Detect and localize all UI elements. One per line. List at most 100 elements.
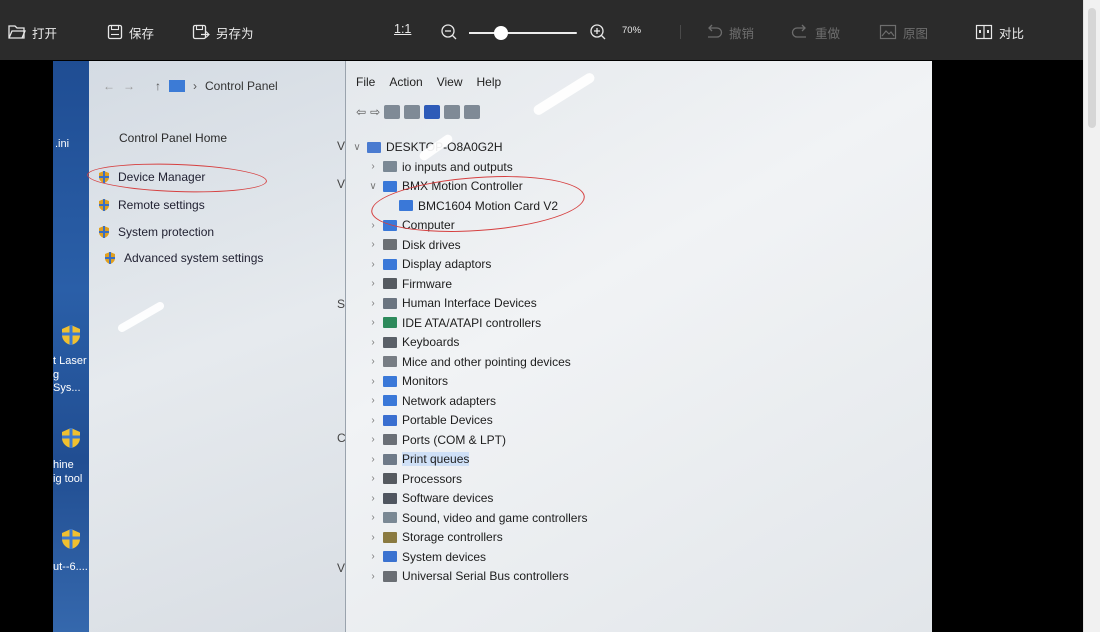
device-tree-node[interactable]: › Software devices [368,490,493,506]
image-viewer: 打开 保存 另存为 1:1 70% 撤销 重做 原图 对比 .ini t Las… [0,0,1100,632]
zoom-slider[interactable] [469,26,577,40]
desktop-label-ut: ut--6.... [53,561,88,573]
chevron-right-icon[interactable]: › [368,317,378,328]
device-tree-label: Storage controllers [402,530,503,544]
monitor-icon [383,180,397,192]
chevron-right-icon[interactable]: › [368,434,378,445]
save-button[interactable]: 保存 [107,22,154,42]
device-tree-node[interactable]: › Monitors [368,373,448,389]
device-manager-toolbar: ⇦ ⇨ [356,105,481,119]
zoom-slider-knob[interactable] [494,26,509,40]
windows-desktop-strip: .ini t Laser g Sys... hine ig tool ut--6… [53,61,89,632]
device-tree-label: Firmware [402,276,452,291]
redo-icon [791,24,806,38]
device-tree-node[interactable]: › IDE ATA/ATAPI controllers [368,315,541,331]
scrollbar-thumb[interactable] [1088,8,1096,128]
device-tree-node[interactable]: › Ports (COM & LPT) [368,432,506,448]
device-tree-node[interactable]: › Display adaptors [368,256,491,272]
chevron-right-icon[interactable]: › [368,512,378,523]
viewer-toolbar: 打开 保存 另存为 1:1 70% 撤销 重做 原图 对比 [0,0,1083,60]
control-panel-window: ← → ↑ › Control Panel Control Panel Home… [89,61,346,632]
device-tree-node[interactable]: › Processors [368,471,462,487]
device-tree-label: Human Interface Devices [402,296,537,310]
vertical-scrollbar[interactable] [1083,0,1100,632]
redo-label: 重做 [815,26,841,41]
control-panel-icon [169,80,185,92]
device-tree-node[interactable]: › Sound, video and game controllers [368,510,587,526]
properties-icon [384,105,401,119]
chevron-right-icon[interactable]: › [368,239,378,250]
chevron-right-icon[interactable]: › [368,337,378,348]
software-icon [383,492,397,504]
compare-button[interactable]: 对比 [975,22,1024,42]
chevron-down-icon[interactable]: ∨ [352,142,362,153]
chevron-right-icon[interactable]: › [368,532,378,543]
usb-icon [383,570,397,582]
advanced-system-settings-label: Advanced system settings [124,251,264,265]
disk-icon [383,239,397,250]
device-tree-node[interactable]: › Print queues [368,451,470,467]
chevron-right-icon[interactable]: › [368,278,378,289]
remote-settings-link: Remote settings [97,198,205,212]
undo-button[interactable]: 撤销 [705,22,754,42]
redo-button[interactable]: 重做 [791,22,840,42]
chevron-right-icon[interactable]: › [368,395,378,406]
scan-icon [444,105,461,119]
monitor-icon [383,375,397,387]
chevron-right-icon[interactable]: › [368,298,378,309]
zoom-in-icon [590,24,606,40]
chevron-down-icon[interactable]: ∨ [368,181,378,192]
chevron-right-icon[interactable]: › [368,571,378,582]
chevron-right-icon[interactable]: › [368,493,378,504]
chevron-right-icon[interactable]: › [368,454,378,465]
device-tree-label: Monitors [402,374,449,388]
device-tree-node[interactable]: › Firmware [368,276,452,292]
chevron-right-icon[interactable]: › [368,161,378,172]
save-icon [107,24,123,40]
chevron-right-icon[interactable]: › [368,259,378,270]
mouse-icon [383,356,397,367]
original-label: 原图 [903,26,929,41]
original-image-button[interactable]: 原图 [879,22,928,42]
shield-icon [99,226,109,238]
zoom-in-button[interactable] [589,22,607,42]
chevron-right-icon[interactable]: › [368,473,378,484]
update-icon [464,105,481,119]
device-tree-node[interactable]: › io inputs and outputs [368,159,513,175]
device-tree-node[interactable]: › Network adapters [368,393,496,409]
printer-icon [383,453,397,465]
chevron-right-icon[interactable]: › [368,415,378,426]
portable-icon [383,414,397,426]
monitor-icon [383,395,397,406]
chevron-right-icon[interactable]: › [368,551,378,562]
chevron-right-icon[interactable]: › [368,356,378,367]
device-tree-node[interactable]: › System devices [368,549,486,565]
actual-size-button[interactable]: 1:1 [394,22,411,36]
device-tree-label: IDE ATA/ATAPI controllers [402,315,542,330]
shortcut-shield-icon [62,529,80,549]
chip-icon [383,278,397,289]
chip-icon [383,473,397,484]
device-tree-node[interactable]: › Universal Serial Bus controllers [368,568,568,584]
device-tree-node[interactable]: › Mice and other pointing devices [368,354,570,370]
forward-arrow-icon: → [123,79,135,93]
zoom-out-icon [441,24,457,40]
forward-arrow-icon: ⇨ [370,105,381,119]
save-as-button[interactable]: 另存为 [192,22,254,42]
back-arrow-icon: ← [103,79,115,93]
device-tree-node[interactable]: › Keyboards [368,334,459,350]
compare-label: 对比 [999,26,1025,41]
device-tree-node[interactable]: › Disk drives [368,237,460,253]
compare-icon [975,24,993,40]
device-tree-node[interactable]: › Human Interface Devices [368,295,537,311]
device-tree-label: io inputs and outputs [402,159,513,174]
save-as-icon [192,24,210,40]
device-tree-node[interactable]: › Portable Devices [368,412,492,428]
chevron-right-icon[interactable]: › [368,376,378,387]
chevron-right-icon[interactable]: › [368,220,378,231]
computer-icon [367,141,381,153]
device-tree-node[interactable]: › Storage controllers [368,529,503,545]
open-button[interactable]: 打开 [8,22,57,42]
zoom-out-button[interactable] [440,22,458,42]
device-tree-label: Sound, video and game controllers [402,510,588,525]
